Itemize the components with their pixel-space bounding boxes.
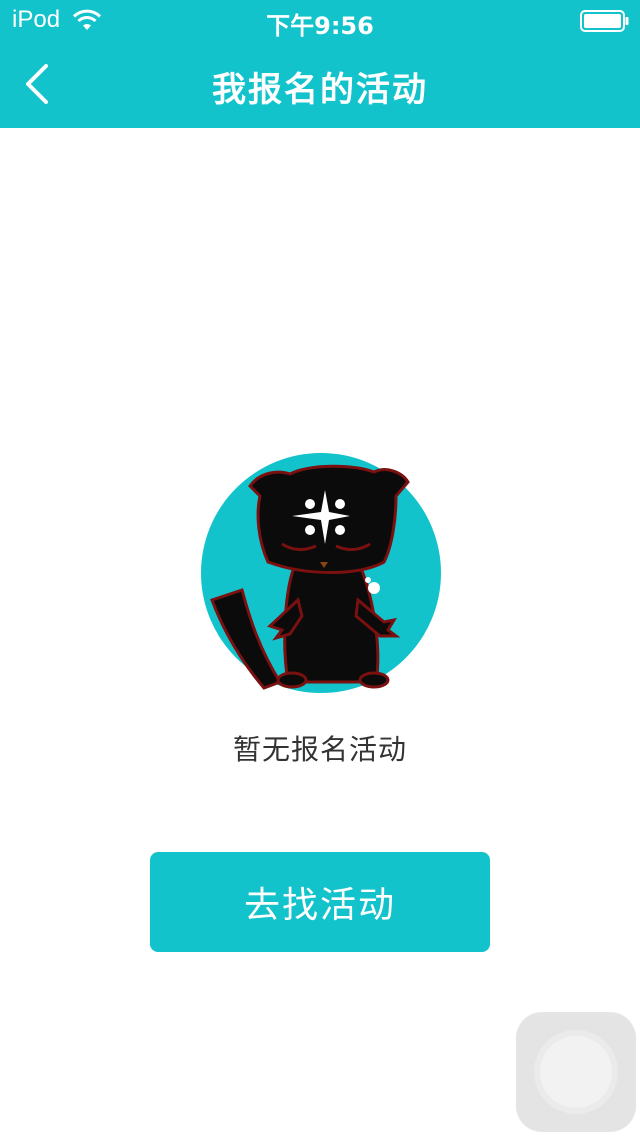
- status-bar: iPod 下午9:56: [0, 0, 640, 40]
- status-time: 下午9:56: [266, 12, 374, 40]
- black-cat-mascot-illustration: [201, 453, 441, 693]
- assistive-touch-dot: [540, 1036, 612, 1108]
- battery-icon: [580, 10, 629, 32]
- assistive-touch-button[interactable]: [516, 1012, 636, 1132]
- empty-state-message: 暂无报名活动: [232, 733, 407, 766]
- nav-bar: 我报名的活动: [0, 40, 640, 128]
- screen: iPod 下午9:56 我报名的活动 暂无报名活动 去找活动: [0, 0, 640, 1136]
- page-title: 我报名的活动: [212, 70, 428, 110]
- find-activities-button[interactable]: 去找活动: [150, 852, 490, 952]
